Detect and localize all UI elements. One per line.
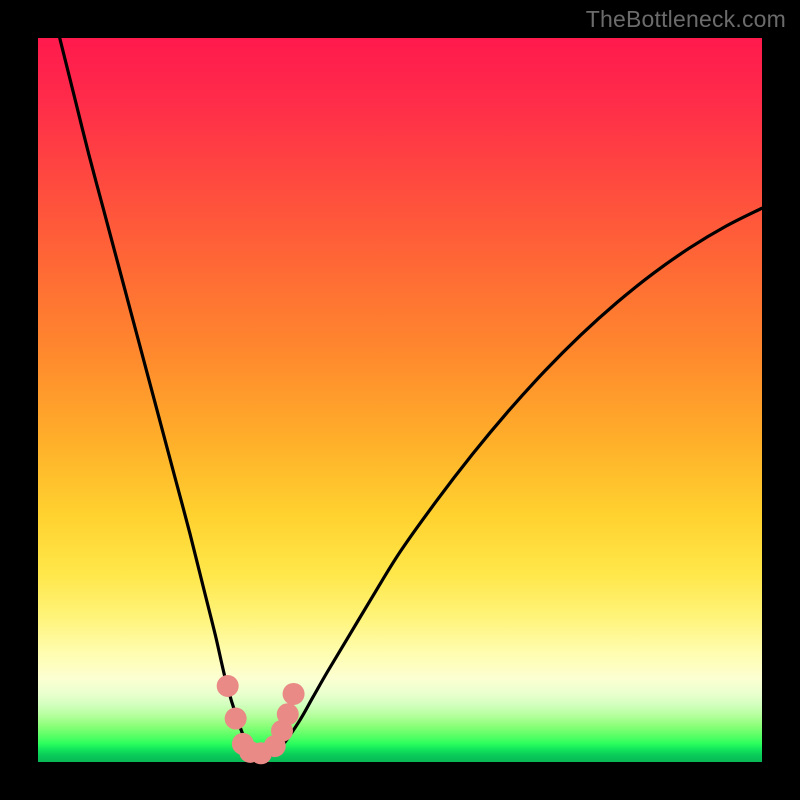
chart-frame: TheBottleneck.com — [0, 0, 800, 800]
highlight-marker — [277, 703, 299, 725]
watermark-label: TheBottleneck.com — [586, 6, 786, 33]
curve-layer — [38, 38, 762, 762]
plot-area — [38, 38, 762, 762]
highlight-marker — [217, 675, 239, 697]
highlight-marker — [283, 683, 305, 705]
highlight-marker — [225, 708, 247, 730]
bottleneck-curve — [60, 38, 762, 759]
